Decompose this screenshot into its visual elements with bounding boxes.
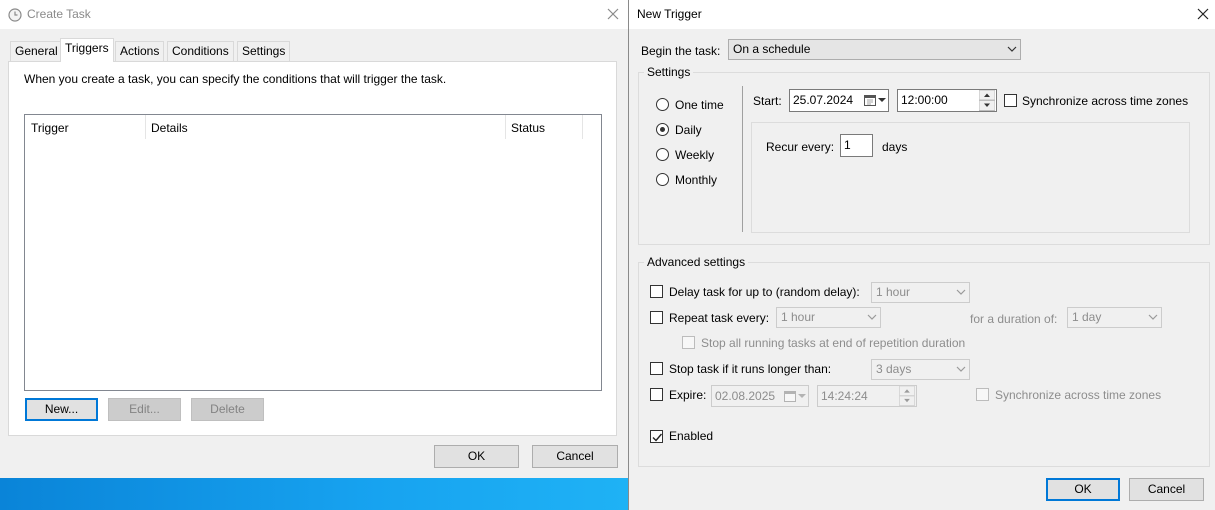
close-icon[interactable] bbox=[604, 5, 622, 23]
stop-all-tasks-label: Stop all running tasks at end of repetit… bbox=[701, 336, 966, 350]
checkmark-icon bbox=[652, 433, 663, 442]
start-date-picker[interactable]: 25.07.2024 bbox=[789, 89, 889, 112]
stop-longer-label: Stop task if it runs longer than: bbox=[669, 362, 832, 376]
create-task-titlebar bbox=[0, 0, 628, 29]
begin-task-label: Begin the task: bbox=[641, 44, 721, 58]
create-task-cancel-button[interactable]: Cancel bbox=[532, 445, 618, 468]
expire-time-field[interactable]: 14:24:24 bbox=[817, 385, 917, 407]
create-task-ok-button[interactable]: OK bbox=[434, 445, 519, 468]
begin-task-select[interactable]: On a schedule bbox=[728, 39, 1021, 60]
new-trigger-cancel-button[interactable]: Cancel bbox=[1129, 478, 1204, 501]
spin-icon[interactable] bbox=[979, 90, 995, 111]
chevron-down-icon bbox=[956, 366, 966, 372]
column-divider bbox=[505, 115, 506, 139]
expire-label: Expire: bbox=[669, 388, 707, 402]
chevron-down-icon[interactable] bbox=[878, 96, 886, 104]
enabled-checkbox[interactable] bbox=[650, 430, 663, 443]
tab-triggers[interactable]: Triggers bbox=[60, 38, 114, 62]
delete-trigger-button[interactable]: Delete bbox=[191, 398, 264, 421]
stop-all-tasks-checkbox[interactable] bbox=[682, 336, 695, 349]
duration-select[interactable]: 1 day bbox=[1067, 307, 1162, 328]
tab-settings[interactable]: Settings bbox=[237, 41, 291, 61]
radio-one-time-label: One time bbox=[675, 98, 724, 112]
start-time-value: 12:00:00 bbox=[901, 93, 948, 107]
tab-general[interactable]: General bbox=[10, 41, 63, 61]
close-icon[interactable] bbox=[1194, 5, 1212, 23]
triggers-list[interactable]: Trigger Details Status bbox=[24, 114, 602, 391]
stop-longer-checkbox[interactable] bbox=[650, 362, 663, 375]
recur-every-input[interactable]: 1 bbox=[840, 134, 873, 157]
radio-weekly[interactable] bbox=[656, 148, 669, 161]
new-trigger-button[interactable]: New... bbox=[25, 398, 98, 421]
radio-daily-label: Daily bbox=[675, 123, 702, 137]
expire-time-value: 14:24:24 bbox=[821, 389, 868, 403]
column-header-trigger[interactable]: Trigger bbox=[31, 121, 69, 135]
start-time-field[interactable]: 12:00:00 bbox=[897, 89, 997, 112]
delay-task-checkbox[interactable] bbox=[650, 285, 663, 298]
repeat-task-value: 1 hour bbox=[781, 310, 816, 324]
delay-task-value: 1 hour bbox=[876, 285, 911, 299]
tab-conditions[interactable]: Conditions bbox=[167, 41, 234, 61]
settings-group-label: Settings bbox=[644, 65, 694, 79]
clock-icon bbox=[8, 8, 22, 22]
chevron-down-icon bbox=[867, 314, 877, 320]
radio-monthly-label: Monthly bbox=[675, 173, 718, 187]
spin-icon[interactable] bbox=[899, 386, 915, 406]
radio-one-time[interactable] bbox=[656, 98, 669, 111]
stop-longer-value: 3 days bbox=[876, 362, 912, 376]
radio-daily[interactable] bbox=[656, 123, 669, 136]
start-date-value: 25.07.2024 bbox=[793, 93, 854, 107]
new-trigger-title: New Trigger bbox=[637, 7, 702, 21]
triggers-description: When you create a task, you can specify … bbox=[24, 72, 447, 86]
taskbar bbox=[0, 478, 628, 510]
expire-sync-label: Synchronize across time zones bbox=[995, 388, 1162, 402]
repeat-task-checkbox[interactable] bbox=[650, 311, 663, 324]
calendar-icon[interactable] bbox=[784, 390, 796, 402]
expire-date-value: 02.08.2025 bbox=[715, 389, 776, 403]
chevron-down-icon[interactable] bbox=[798, 392, 806, 400]
chevron-down-icon bbox=[1148, 314, 1158, 320]
sync-timezones-checkbox[interactable] bbox=[1004, 94, 1017, 107]
expire-date-picker[interactable]: 02.08.2025 bbox=[711, 385, 809, 407]
column-header-status[interactable]: Status bbox=[511, 121, 545, 135]
advanced-settings-label: Advanced settings bbox=[644, 255, 749, 269]
recur-every-label: Recur every: bbox=[766, 140, 835, 154]
calendar-icon[interactable] bbox=[864, 94, 876, 106]
repeat-task-select[interactable]: 1 hour bbox=[776, 307, 881, 328]
repeat-task-label: Repeat task every: bbox=[669, 311, 770, 325]
tab-actions[interactable]: Actions bbox=[115, 41, 165, 61]
column-header-details[interactable]: Details bbox=[151, 121, 188, 135]
expire-checkbox[interactable] bbox=[650, 388, 663, 401]
column-divider bbox=[145, 115, 146, 139]
delay-task-select[interactable]: 1 hour bbox=[871, 282, 970, 303]
stop-longer-select[interactable]: 3 days bbox=[871, 359, 970, 380]
sync-timezones-label: Synchronize across time zones bbox=[1022, 94, 1189, 108]
expire-sync-checkbox[interactable] bbox=[976, 388, 989, 401]
chevron-down-icon bbox=[956, 289, 966, 295]
create-task-title: Create Task bbox=[27, 7, 91, 21]
radio-weekly-label: Weekly bbox=[675, 148, 715, 162]
recurrence-group bbox=[751, 122, 1190, 233]
new-trigger-titlebar bbox=[629, 0, 1215, 29]
edit-trigger-button[interactable]: Edit... bbox=[108, 398, 181, 421]
enabled-label: Enabled bbox=[669, 429, 714, 443]
column-divider bbox=[582, 115, 583, 139]
duration-label: for a duration of: bbox=[970, 312, 1058, 326]
chevron-down-icon bbox=[1007, 46, 1017, 52]
recur-unit-label: days bbox=[882, 140, 908, 154]
delay-task-label: Delay task for up to (random delay): bbox=[669, 285, 860, 299]
settings-divider bbox=[742, 86, 743, 232]
new-trigger-ok-button[interactable]: OK bbox=[1046, 478, 1120, 501]
duration-value: 1 day bbox=[1072, 310, 1102, 324]
radio-monthly[interactable] bbox=[656, 173, 669, 186]
start-label: Start: bbox=[753, 94, 782, 108]
begin-task-value: On a schedule bbox=[733, 42, 811, 56]
